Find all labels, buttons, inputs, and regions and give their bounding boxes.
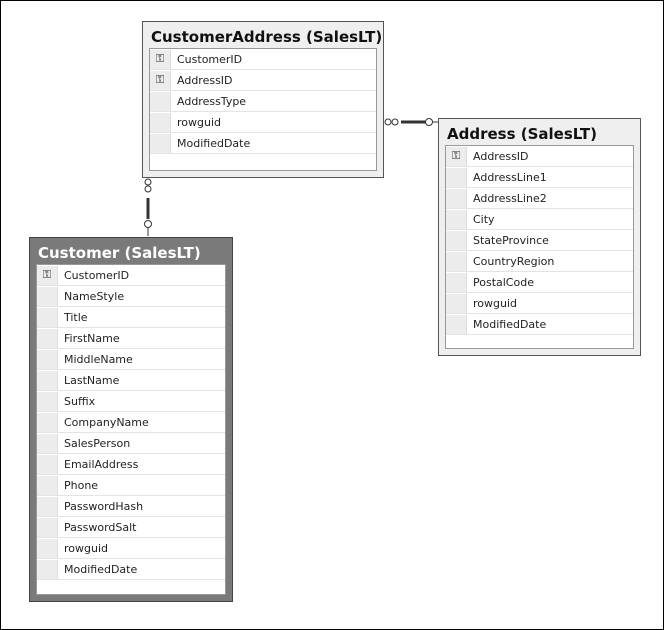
- column-row[interactable]: FirstName: [37, 328, 225, 349]
- column-row[interactable]: ⚿ AddressID: [150, 70, 376, 91]
- key-icon: ⚿: [150, 49, 171, 69]
- column-name: ModifiedDate: [473, 317, 547, 331]
- column-name: rowguid: [473, 296, 517, 310]
- column-name: CustomerID: [64, 268, 130, 282]
- column-name: StateProvince: [473, 233, 549, 247]
- diagram-canvas[interactable]: CustomerAddress (SalesLT) ⚿ CustomerID ⚿ Add…: [0, 0, 664, 630]
- column-name: rowguid: [64, 541, 108, 555]
- row-selector: [446, 293, 467, 313]
- column-name: AddressID: [473, 149, 529, 163]
- table-customer-address[interactable]: CustomerAddress (SalesLT) ⚿ CustomerID ⚿ Add…: [142, 21, 384, 178]
- column-row[interactable]: rowguid: [446, 293, 633, 314]
- row-selector: [37, 475, 58, 495]
- column-list: ⚿ AddressID AddressLine1 AddressLine2 City St…: [445, 145, 634, 349]
- column-name: CountryRegion: [473, 254, 555, 268]
- column-name: PasswordSalt: [64, 520, 137, 534]
- row-selector: [37, 454, 58, 474]
- column-name: SalesPerson: [64, 436, 131, 450]
- column-row[interactable]: AddressLine1: [446, 167, 633, 188]
- column-list: ⚿ CustomerID ⚿ AddressID AddressType rowguid M…: [149, 48, 377, 171]
- table-title: CustomerAddress (SalesLT): [151, 28, 383, 46]
- column-name: AddressID: [177, 73, 233, 87]
- column-name: CompanyName: [64, 415, 149, 429]
- column-name: FirstName: [64, 331, 120, 345]
- column-name: City: [473, 212, 495, 226]
- row-selector: [37, 286, 58, 306]
- row-selector: [37, 559, 58, 579]
- column-row[interactable]: LastName: [37, 370, 225, 391]
- row-selector: [446, 272, 467, 292]
- row-selector: [446, 209, 467, 229]
- column-row[interactable]: CountryRegion: [446, 251, 633, 272]
- column-row[interactable]: ModifiedDate: [446, 314, 633, 335]
- row-selector: [446, 314, 467, 334]
- column-row[interactable]: NameStyle: [37, 286, 225, 307]
- key-icon: ⚿: [150, 70, 171, 90]
- column-row[interactable]: CompanyName: [37, 412, 225, 433]
- column-name: PostalCode: [473, 275, 534, 289]
- column-list: ⚿ CustomerID NameStyle Title FirstName Middle…: [36, 264, 226, 595]
- column-row[interactable]: ModifiedDate: [37, 559, 225, 580]
- table-title: Customer (SalesLT): [38, 244, 201, 262]
- column-row[interactable]: rowguid: [150, 112, 376, 133]
- column-row[interactable]: StateProvince: [446, 230, 633, 251]
- column-row[interactable]: City: [446, 209, 633, 230]
- row-selector: [446, 251, 467, 271]
- column-row[interactable]: PostalCode: [446, 272, 633, 293]
- column-name: MiddleName: [64, 352, 133, 366]
- column-name: AddressLine1: [473, 170, 547, 184]
- row-selector: [37, 538, 58, 558]
- row-selector: [37, 412, 58, 432]
- table-address[interactable]: Address (SalesLT) ⚿ AddressID AddressLine1 A…: [438, 118, 641, 356]
- column-row[interactable]: EmailAddress: [37, 454, 225, 475]
- column-row[interactable]: ⚿ AddressID: [446, 146, 633, 167]
- table-customer[interactable]: Customer (SalesLT) ⚿ CustomerID NameStyle Ti…: [29, 237, 233, 602]
- column-row[interactable]: MiddleName: [37, 349, 225, 370]
- row-selector: [37, 307, 58, 327]
- key-icon: ⚿: [446, 146, 467, 166]
- column-row[interactable]: ⚿ CustomerID: [150, 49, 376, 70]
- row-selector: [37, 391, 58, 411]
- column-name: ModifiedDate: [177, 136, 251, 150]
- row-selector: [37, 370, 58, 390]
- column-name: AddressType: [177, 94, 247, 108]
- row-selector: [446, 188, 467, 208]
- column-name: AddressLine2: [473, 191, 547, 205]
- column-row[interactable]: rowguid: [37, 538, 225, 559]
- column-name: Title: [64, 310, 88, 324]
- column-name: rowguid: [177, 115, 221, 129]
- column-row[interactable]: Suffix: [37, 391, 225, 412]
- row-selector: [37, 517, 58, 537]
- column-name: PasswordHash: [64, 499, 144, 513]
- column-row[interactable]: PasswordHash: [37, 496, 225, 517]
- table-title: Address (SalesLT): [447, 125, 597, 143]
- column-row[interactable]: SalesPerson: [37, 433, 225, 454]
- row-selector: [150, 112, 171, 132]
- column-name: NameStyle: [64, 289, 125, 303]
- row-selector: [446, 167, 467, 187]
- column-row[interactable]: ⚿ CustomerID: [37, 265, 225, 286]
- column-name: Suffix: [64, 394, 96, 408]
- column-row[interactable]: ModifiedDate: [150, 133, 376, 154]
- relationship-customeraddress-address[interactable]: [384, 118, 438, 126]
- column-name: CustomerID: [177, 52, 243, 66]
- row-selector: [37, 328, 58, 348]
- column-row[interactable]: Phone: [37, 475, 225, 496]
- column-row[interactable]: Title: [37, 307, 225, 328]
- row-selector: [37, 496, 58, 516]
- column-row[interactable]: AddressType: [150, 91, 376, 112]
- column-name: ModifiedDate: [64, 562, 138, 576]
- key-icon: ⚿: [37, 265, 58, 285]
- row-selector: [37, 349, 58, 369]
- row-selector: [150, 91, 171, 111]
- column-row[interactable]: PasswordSalt: [37, 517, 225, 538]
- row-selector: [446, 230, 467, 250]
- column-row[interactable]: AddressLine2: [446, 188, 633, 209]
- column-name: EmailAddress: [64, 457, 139, 471]
- relationship-customeraddress-customer[interactable]: [144, 178, 152, 236]
- column-name: Phone: [64, 478, 99, 492]
- column-name: LastName: [64, 373, 120, 387]
- row-selector: [150, 133, 171, 153]
- row-selector: [37, 433, 58, 453]
